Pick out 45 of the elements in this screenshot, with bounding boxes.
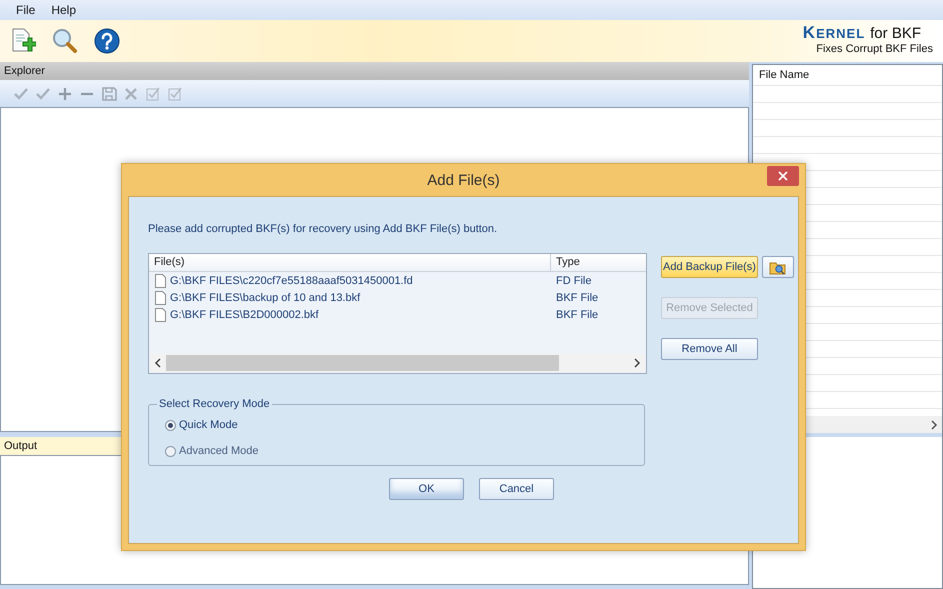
browse-folder-button[interactable] bbox=[762, 256, 794, 278]
column-header[interactable]: Type bbox=[551, 254, 585, 271]
radio-label[interactable]: Quick Mode bbox=[179, 419, 238, 431]
file-type: FD File bbox=[555, 274, 592, 286]
file-icon bbox=[155, 274, 166, 288]
file-path: G:\BKF FILES\c220cf7e55188aaaf5031450001.fd bbox=[170, 274, 413, 286]
file-path: G:\BKF FILES\B2D000002.bkf bbox=[170, 308, 319, 320]
dialog-title: Add File(s) bbox=[427, 172, 500, 188]
scrollbar-thumb[interactable] bbox=[166, 355, 559, 371]
scroll-right-icon[interactable] bbox=[633, 358, 641, 368]
action-button[interactable]: Add Backup File(s) bbox=[661, 256, 758, 278]
radio-button[interactable] bbox=[165, 420, 176, 430]
check-icon[interactable] bbox=[13, 86, 29, 102]
brand-name: KERNEL bbox=[802, 23, 866, 43]
file-path: G:\BKF FILES\backup of 10 and 13.bkf bbox=[170, 292, 360, 304]
panel-title: Explorer bbox=[0, 62, 749, 80]
tagline: Fixes Corrupt BKF Files bbox=[816, 43, 933, 55]
scroll-right-icon[interactable] bbox=[930, 420, 938, 430]
group-title: Select Recovery Mode bbox=[158, 398, 271, 410]
folder-search-icon bbox=[769, 260, 787, 274]
save-icon[interactable] bbox=[101, 86, 117, 102]
radio-button[interactable] bbox=[165, 446, 176, 456]
delete-icon[interactable] bbox=[123, 86, 139, 102]
menu-item[interactable]: File bbox=[10, 3, 42, 17]
file-type: BKF File bbox=[555, 308, 598, 320]
action-button[interactable]: Remove All bbox=[661, 338, 758, 360]
radio-label[interactable]: Advanced Mode bbox=[179, 445, 258, 457]
close-icon bbox=[778, 171, 788, 181]
product-name: for BKF bbox=[870, 25, 921, 42]
menu-item[interactable]: Help bbox=[45, 3, 82, 17]
checkbox-icon[interactable] bbox=[167, 86, 183, 102]
scroll-left-icon[interactable] bbox=[154, 358, 162, 368]
close-button[interactable] bbox=[767, 166, 799, 186]
dialog-button[interactable]: Cancel bbox=[479, 478, 554, 500]
plus-icon[interactable] bbox=[57, 86, 73, 102]
column-header[interactable]: File(s) bbox=[149, 254, 551, 271]
file-icon bbox=[155, 308, 166, 322]
file-icon bbox=[155, 290, 166, 304]
search-icon[interactable] bbox=[52, 28, 78, 54]
file-type: BKF File bbox=[555, 292, 598, 304]
check-icon[interactable] bbox=[35, 86, 51, 102]
help-icon[interactable] bbox=[94, 28, 120, 54]
dialog-button[interactable]: OK bbox=[389, 478, 464, 500]
instruction-text: Please add corrupted BKF(s) for recovery using Add BKF File(s) button. bbox=[148, 223, 498, 235]
checkbox-icon[interactable] bbox=[145, 86, 161, 102]
